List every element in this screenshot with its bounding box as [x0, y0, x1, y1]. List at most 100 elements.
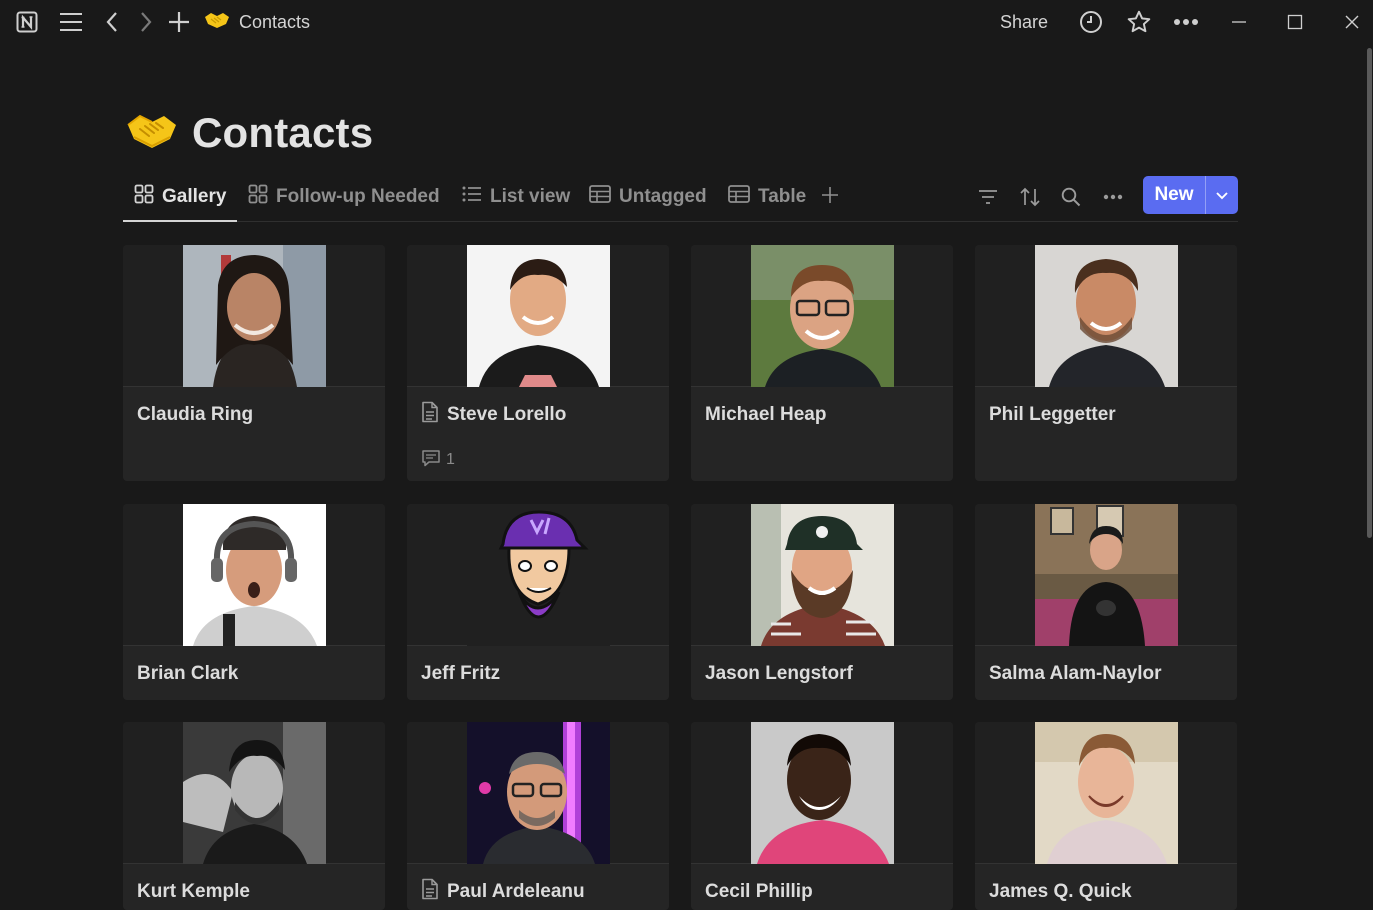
chevron-down-icon[interactable]: [1206, 176, 1238, 214]
more-options-icon[interactable]: [1100, 184, 1126, 210]
gallery-icon: [134, 184, 154, 210]
card-title: Jason Lengstorf: [705, 662, 853, 686]
contact-card[interactable]: Steve Lorello 1: [407, 245, 669, 481]
avatar: [467, 722, 610, 864]
breadcrumb-title: Contacts: [239, 11, 311, 32]
handshake-icon[interactable]: [126, 111, 178, 156]
contact-name: Claudia Ring: [137, 404, 254, 425]
table-icon: [728, 185, 750, 209]
history-clock-icon[interactable]: [1076, 7, 1106, 37]
contact-card[interactable]: Brian Clark: [123, 504, 385, 700]
filter-icon[interactable]: [975, 184, 1001, 210]
avatar: [183, 722, 326, 864]
card-cover: [123, 722, 385, 864]
avatar: [751, 245, 894, 387]
avatar: [751, 504, 894, 646]
avatar: [467, 245, 610, 387]
page-title[interactable]: Contacts: [192, 109, 373, 157]
more-icon[interactable]: [1171, 7, 1201, 37]
tab-untagged[interactable]: Untagged: [589, 180, 707, 214]
avatar: [183, 245, 326, 387]
avatar: [183, 504, 326, 646]
contact-name: Steve Lorello: [447, 404, 567, 425]
card-title: Salma Alam-Naylor: [989, 662, 1161, 686]
contact-card[interactable]: Claudia Ring: [123, 245, 385, 481]
avatar: [467, 504, 610, 646]
search-icon[interactable]: [1058, 184, 1084, 210]
card-cover: [975, 504, 1237, 646]
add-view-plus-icon[interactable]: [817, 182, 843, 208]
contact-card[interactable]: Cecil Phillip: [691, 722, 953, 910]
card-title: Brian Clark: [137, 662, 238, 686]
card-title: Kurt Kemple: [137, 880, 250, 904]
active-tab-indicator: [123, 220, 237, 222]
forward-arrow-icon[interactable]: [131, 7, 161, 37]
card-cover: [407, 245, 669, 387]
card-title: Michael Heap: [705, 403, 826, 427]
avatar: [1035, 504, 1178, 646]
card-title: Phil Leggetter: [989, 403, 1116, 427]
contact-name: Jason Lengstorf: [705, 663, 853, 684]
contact-card[interactable]: Paul Ardeleanu: [407, 722, 669, 910]
contact-card[interactable]: Kurt Kemple: [123, 722, 385, 910]
card-cover: [123, 245, 385, 387]
avatar: [751, 722, 894, 864]
page-icon: [421, 401, 439, 429]
contact-name: Cecil Phillip: [705, 881, 813, 902]
tab-list-view[interactable]: List view: [462, 180, 570, 214]
share-button[interactable]: Share: [1000, 9, 1048, 35]
plus-icon[interactable]: [164, 7, 194, 37]
contact-card[interactable]: Salma Alam-Naylor: [975, 504, 1237, 700]
card-title: Jeff Fritz: [421, 662, 500, 686]
list-icon: [462, 185, 482, 209]
tab-label: Follow-up Needed: [276, 186, 440, 207]
scrollbar[interactable]: [1367, 48, 1372, 538]
card-title: Steve Lorello: [421, 401, 567, 429]
sort-icon[interactable]: [1017, 184, 1043, 210]
title-bar: Contacts Share: [0, 0, 1373, 44]
breadcrumb[interactable]: Contacts: [204, 9, 310, 35]
contact-name: Paul Ardeleanu: [447, 881, 585, 902]
contact-card[interactable]: Michael Heap: [691, 245, 953, 481]
contact-name: Michael Heap: [705, 404, 827, 425]
menu-icon[interactable]: [56, 7, 86, 37]
card-cover: [123, 504, 385, 646]
contact-name: Brian Clark: [137, 663, 239, 684]
comment-icon: [421, 449, 441, 472]
contact-card[interactable]: Jason Lengstorf: [691, 504, 953, 700]
card-title: Claudia Ring: [137, 403, 253, 427]
back-arrow-icon[interactable]: [97, 7, 127, 37]
handshake-icon: [204, 11, 230, 34]
star-icon[interactable]: [1124, 7, 1154, 37]
notion-logo-icon[interactable]: [12, 7, 42, 37]
tab-gallery[interactable]: Gallery: [134, 180, 226, 214]
comment-count-value: 1: [446, 451, 455, 468]
tab-label: Table: [758, 186, 807, 207]
avatar: [1035, 245, 1178, 387]
minimize-icon[interactable]: [1224, 7, 1254, 37]
card-cover: [407, 722, 669, 864]
contact-name: Kurt Kemple: [137, 881, 250, 902]
close-icon[interactable]: [1337, 7, 1367, 37]
contact-name: James Q. Quick: [989, 881, 1132, 902]
tab-table[interactable]: Table: [728, 180, 806, 214]
maximize-icon[interactable]: [1280, 7, 1310, 37]
card-title: Paul Ardeleanu: [421, 878, 585, 906]
page-icon: [421, 878, 439, 906]
view-tabs: Gallery Follow-up Needed List view Untag…: [123, 176, 1238, 222]
contact-card[interactable]: Phil Leggetter: [975, 245, 1237, 481]
card-title: Cecil Phillip: [705, 880, 813, 904]
card-cover: [691, 245, 953, 387]
card-cover: [975, 245, 1237, 387]
tab-follow-up-needed[interactable]: Follow-up Needed: [248, 180, 440, 214]
new-button[interactable]: New: [1143, 176, 1206, 214]
card-cover: [407, 504, 669, 646]
avatar: [1035, 722, 1178, 864]
contact-card[interactable]: Jeff Fritz: [407, 504, 669, 700]
comment-count[interactable]: 1: [421, 449, 455, 471]
card-cover: [691, 722, 953, 864]
card-title: James Q. Quick: [989, 880, 1132, 904]
page-header: Contacts: [126, 104, 373, 162]
contact-card[interactable]: James Q. Quick: [975, 722, 1237, 910]
contact-name: Salma Alam-Naylor: [989, 663, 1162, 684]
